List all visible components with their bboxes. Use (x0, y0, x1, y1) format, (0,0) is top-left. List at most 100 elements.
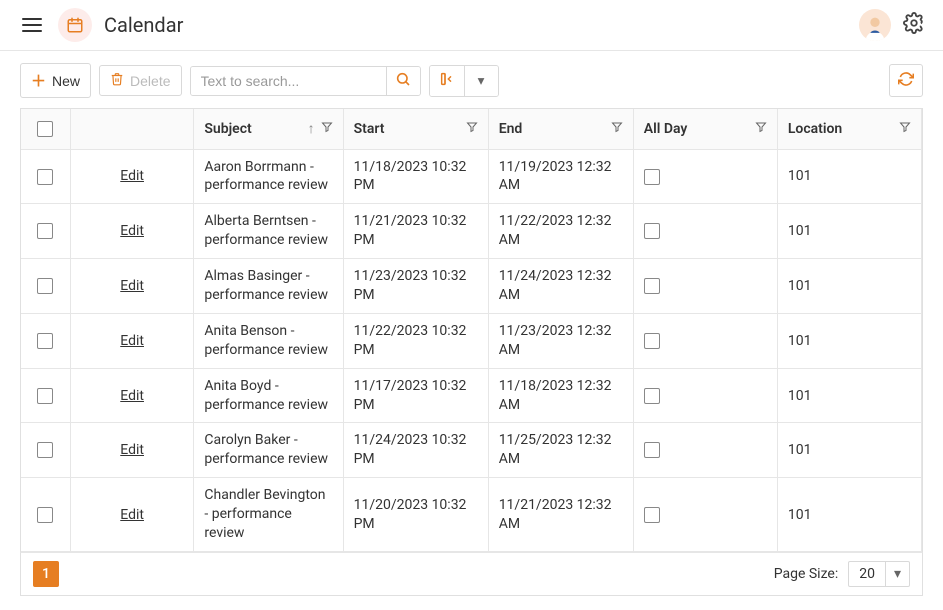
filter-icon[interactable] (611, 121, 623, 137)
allday-checkbox[interactable] (644, 223, 660, 239)
refresh-button[interactable] (889, 64, 923, 97)
cell-start: 11/24/2023 10:32 PM (343, 423, 488, 478)
row-checkbox[interactable] (37, 507, 53, 523)
cell-end: 11/18/2023 12:32 AM (488, 368, 633, 423)
row-checkbox[interactable] (37, 223, 53, 239)
table-row: Edit Anita Boyd - performance review11/17… (21, 368, 922, 423)
row-checkbox-cell (21, 423, 70, 478)
row-edit-cell: Edit (70, 368, 193, 423)
page-number-current[interactable]: 1 (33, 561, 59, 587)
row-checkbox-cell (21, 204, 70, 259)
cell-subject: Carolyn Baker - performance review (194, 423, 343, 478)
chevron-down-icon: ▾ (478, 73, 485, 89)
calendar-icon (58, 8, 92, 42)
cell-start: 11/21/2023 10:32 PM (343, 204, 488, 259)
header-allday[interactable]: All Day (633, 109, 777, 149)
header-subject[interactable]: Subject ↑ (194, 109, 343, 149)
header-end[interactable]: End (488, 109, 633, 149)
cell-start: 11/23/2023 10:32 PM (343, 259, 488, 314)
row-checkbox[interactable] (37, 278, 53, 294)
cell-allday (633, 149, 777, 204)
row-edit-cell: Edit (70, 478, 193, 552)
edit-link[interactable]: Edit (120, 223, 144, 239)
edit-link[interactable]: Edit (120, 333, 144, 349)
cell-location: 101 (777, 478, 921, 552)
row-checkbox[interactable] (37, 333, 53, 349)
header-location[interactable]: Location (777, 109, 921, 149)
allday-checkbox[interactable] (644, 278, 660, 294)
edit-link[interactable]: Edit (120, 507, 144, 523)
edit-link[interactable]: Edit (120, 442, 144, 458)
row-edit-cell: Edit (70, 259, 193, 314)
filter-icon[interactable] (321, 121, 333, 137)
settings-gear-icon[interactable] (903, 12, 925, 38)
cell-end: 11/24/2023 12:32 AM (488, 259, 633, 314)
header-location-label: Location (788, 121, 893, 137)
filter-icon[interactable] (755, 121, 767, 137)
search-button[interactable] (386, 67, 420, 95)
cell-subject: Anita Boyd - performance review (194, 368, 343, 423)
user-avatar[interactable] (859, 9, 891, 41)
header-subject-label: Subject (204, 121, 301, 137)
search-input[interactable] (191, 67, 386, 95)
row-checkbox[interactable] (37, 169, 53, 185)
page-size-value: 20 (849, 562, 885, 586)
header-end-label: End (499, 121, 605, 137)
row-checkbox-cell (21, 259, 70, 314)
edit-link[interactable]: Edit (120, 278, 144, 294)
sort-asc-icon[interactable]: ↑ (308, 120, 315, 137)
cell-allday (633, 478, 777, 552)
toolbar: ＋ New Delete ▾ (0, 51, 943, 108)
new-button[interactable]: ＋ New (20, 63, 91, 98)
row-checkbox[interactable] (37, 442, 53, 458)
row-checkbox[interactable] (37, 388, 53, 404)
allday-checkbox[interactable] (644, 333, 660, 349)
cell-start: 11/17/2023 10:32 PM (343, 368, 488, 423)
cell-subject: Chandler Bevington - performance review (194, 478, 343, 552)
export-button[interactable] (430, 66, 464, 96)
page-size-label: Page Size: (774, 566, 839, 582)
row-checkbox-cell (21, 478, 70, 552)
delete-button[interactable]: Delete (99, 65, 181, 96)
select-all-checkbox[interactable] (37, 121, 53, 137)
grid-footer: 1 Page Size: 20 ▾ (20, 552, 923, 596)
cell-location: 101 (777, 204, 921, 259)
cell-subject: Alberta Berntsen - performance review (194, 204, 343, 259)
page-title: Calendar (104, 13, 183, 37)
export-dropdown-button[interactable]: ▾ (464, 66, 498, 96)
edit-link[interactable]: Edit (120, 388, 144, 404)
export-button-group: ▾ (429, 65, 499, 97)
cell-end: 11/23/2023 12:32 AM (488, 313, 633, 368)
chevron-down-icon[interactable]: ▾ (885, 562, 909, 586)
table-row: EditCarolyn Baker - performance review11… (21, 423, 922, 478)
allday-checkbox[interactable] (644, 507, 660, 523)
hamburger-menu-icon[interactable] (18, 14, 46, 36)
cell-location: 101 (777, 368, 921, 423)
filter-icon[interactable] (466, 121, 478, 137)
allday-checkbox[interactable] (644, 169, 660, 185)
delete-button-label: Delete (130, 73, 170, 89)
header-allday-label: All Day (644, 121, 749, 137)
cell-start: 11/20/2023 10:32 PM (343, 478, 488, 552)
row-edit-cell: Edit (70, 313, 193, 368)
cell-start: 11/22/2023 10:32 PM (343, 313, 488, 368)
cell-subject: Anita Benson - performance review (194, 313, 343, 368)
row-checkbox-cell (21, 368, 70, 423)
row-edit-cell: Edit (70, 423, 193, 478)
row-checkbox-cell (21, 149, 70, 204)
cell-subject: Almas Basinger - performance review (194, 259, 343, 314)
edit-link[interactable]: Edit (120, 168, 144, 184)
allday-checkbox[interactable] (644, 442, 660, 458)
cell-end: 11/21/2023 12:32 AM (488, 478, 633, 552)
table-row: EditAaron Borrmann - performance review1… (21, 149, 922, 204)
row-checkbox-cell (21, 313, 70, 368)
header-edit (70, 109, 193, 149)
cell-end: 11/25/2023 12:32 AM (488, 423, 633, 478)
row-edit-cell: Edit (70, 204, 193, 259)
table-row: EditAlmas Basinger - performance review1… (21, 259, 922, 314)
page-size-select[interactable]: 20 ▾ (848, 561, 910, 587)
header-start[interactable]: Start (343, 109, 488, 149)
filter-icon[interactable] (899, 121, 911, 137)
plus-icon: ＋ (31, 70, 46, 91)
allday-checkbox[interactable] (644, 388, 660, 404)
